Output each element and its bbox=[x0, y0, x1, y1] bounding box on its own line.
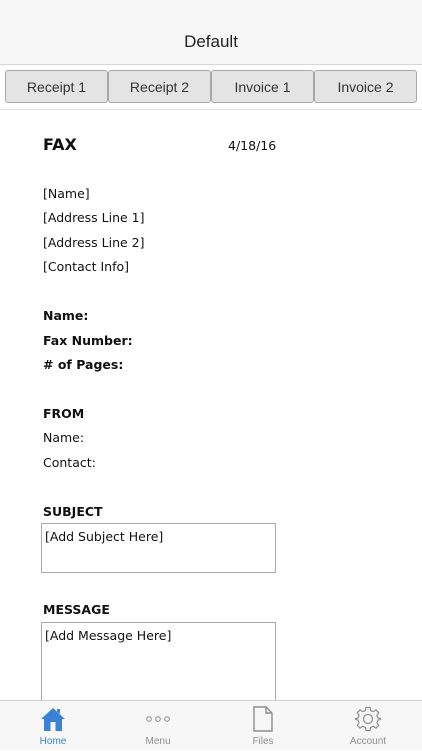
message-placeholder: [Add Message Here] bbox=[45, 628, 172, 643]
more-dots-icon bbox=[118, 705, 198, 733]
fax-number-label: Fax Number: bbox=[43, 333, 133, 348]
home-icon bbox=[13, 705, 93, 733]
page-count-label: # of Pages: bbox=[43, 357, 124, 372]
subject-field[interactable]: [Add Subject Here] bbox=[41, 523, 276, 573]
tab-home-label: Home bbox=[39, 736, 67, 747]
tab-menu-label: Menu bbox=[145, 736, 171, 747]
from-name-label: Name: bbox=[43, 430, 85, 445]
tab-home[interactable]: Home bbox=[13, 701, 93, 751]
tab-menu[interactable]: Menu bbox=[118, 701, 198, 751]
tab-files-label: Files bbox=[252, 736, 274, 747]
page-title: Default bbox=[184, 32, 238, 51]
receipt-2-button[interactable]: Receipt 2 bbox=[108, 70, 211, 103]
sender-address-line-2: [Address Line 2] bbox=[43, 235, 145, 250]
invoice-2-button[interactable]: Invoice 2 bbox=[314, 70, 417, 103]
sender-contact-info: [Contact Info] bbox=[43, 259, 130, 274]
file-icon bbox=[223, 705, 303, 733]
from-contact-label: Contact: bbox=[43, 455, 96, 470]
subject-heading: SUBJECT bbox=[43, 504, 103, 519]
subject-placeholder: [Add Subject Here] bbox=[45, 529, 164, 544]
invoice-1-button[interactable]: Invoice 1 bbox=[211, 70, 314, 103]
from-heading: FROM bbox=[43, 406, 85, 421]
sender-address-line-1: [Address Line 1] bbox=[43, 210, 145, 225]
tab-account-label: Account bbox=[349, 736, 387, 747]
sender-name: [Name] bbox=[43, 186, 90, 201]
recipient-name-label: Name: bbox=[43, 308, 89, 323]
document-date: 4/18/16 bbox=[228, 138, 277, 153]
receipt-1-button[interactable]: Receipt 1 bbox=[5, 70, 108, 103]
fax-document: FAX 4/18/16 [Name] [Address Line 1] [Add… bbox=[0, 110, 422, 700]
navigation-bar: Default bbox=[0, 0, 422, 65]
gear-icon bbox=[328, 705, 408, 733]
message-field[interactable]: [Add Message Here] bbox=[41, 622, 276, 700]
template-selector: Receipt 1 Receipt 2 Invoice 1 Invoice 2 bbox=[0, 65, 422, 110]
tab-files[interactable]: Files bbox=[223, 701, 303, 751]
tab-account[interactable]: Account bbox=[328, 701, 408, 751]
bottom-tab-bar: Home Menu Files Account bbox=[0, 700, 422, 750]
document-title: FAX bbox=[43, 135, 77, 154]
message-heading: MESSAGE bbox=[43, 602, 110, 617]
